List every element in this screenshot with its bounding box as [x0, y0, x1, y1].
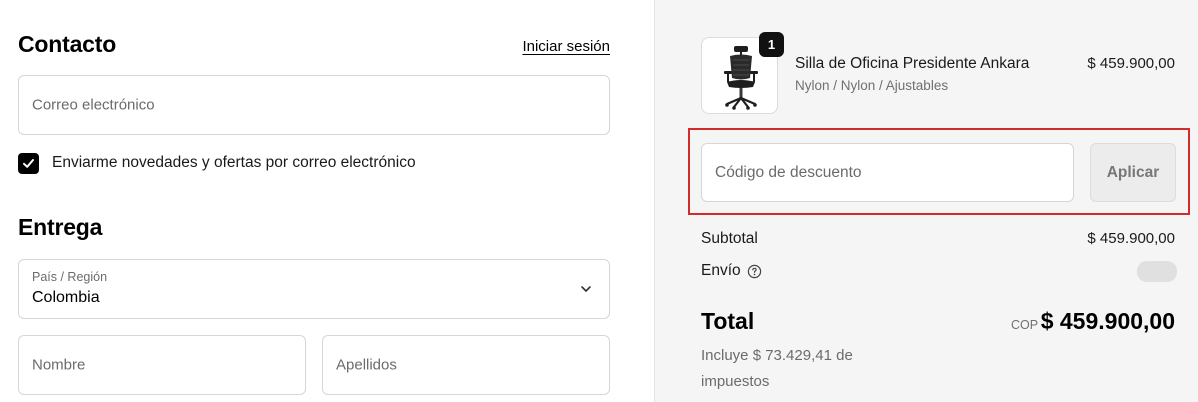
checkmark-icon — [23, 158, 34, 168]
first-name-placeholder: Nombre — [32, 356, 86, 374]
product-variant: Nylon / Nylon / Ajustables — [795, 78, 949, 93]
shipping-label: Envío — [701, 262, 741, 279]
tax-note: Incluye $ 73.429,41 de impuestos — [701, 347, 853, 390]
checkout-form: Contacto Iniciar sesión Correo electróni… — [0, 0, 654, 402]
apply-discount-button[interactable]: Aplicar — [1090, 143, 1176, 202]
first-name-field[interactable]: Nombre — [18, 335, 306, 395]
contact-heading: Contacto — [18, 31, 117, 57]
country-select[interactable]: País / Región Colombia — [18, 259, 610, 319]
country-label: País / Región — [32, 270, 108, 284]
shipping-row: Envío — [701, 262, 762, 280]
email-field[interactable]: Correo electrónico — [18, 75, 610, 135]
total-value: $ 459.900,00 — [1040, 308, 1175, 334]
newsletter-label: Enviarme novedades y ofertas por correo … — [52, 154, 416, 171]
delivery-heading: Entrega — [18, 214, 103, 240]
newsletter-option: Enviarme novedades y ofertas por correo … — [18, 152, 416, 174]
subtotal-value: $ 459.900,00 — [1087, 230, 1175, 247]
help-icon[interactable] — [747, 264, 762, 279]
login-link[interactable]: Iniciar sesión — [522, 38, 610, 55]
order-summary: 1 Silla de Oficina Presidente Ankara Nyl… — [654, 0, 1198, 402]
newsletter-checkbox[interactable] — [18, 152, 39, 174]
discount-placeholder: Código de descuento — [715, 163, 862, 181]
shipping-loading-placeholder — [1137, 261, 1177, 282]
quantity-badge: 1 — [759, 32, 784, 57]
country-value: Colombia — [32, 289, 100, 306]
product-price: $ 459.900,00 — [1087, 55, 1175, 72]
total-label: Total — [701, 308, 755, 334]
last-name-placeholder: Apellidos — [336, 356, 397, 374]
last-name-field[interactable]: Apellidos — [322, 335, 610, 395]
chevron-down-icon — [581, 286, 591, 292]
product-name: Silla de Oficina Presidente Ankara — [795, 55, 1030, 72]
total-currency: COP — [1011, 318, 1039, 332]
email-placeholder: Correo electrónico — [32, 96, 155, 114]
subtotal-label: Subtotal — [701, 230, 758, 247]
discount-code-input[interactable]: Código de descuento — [701, 143, 1074, 202]
